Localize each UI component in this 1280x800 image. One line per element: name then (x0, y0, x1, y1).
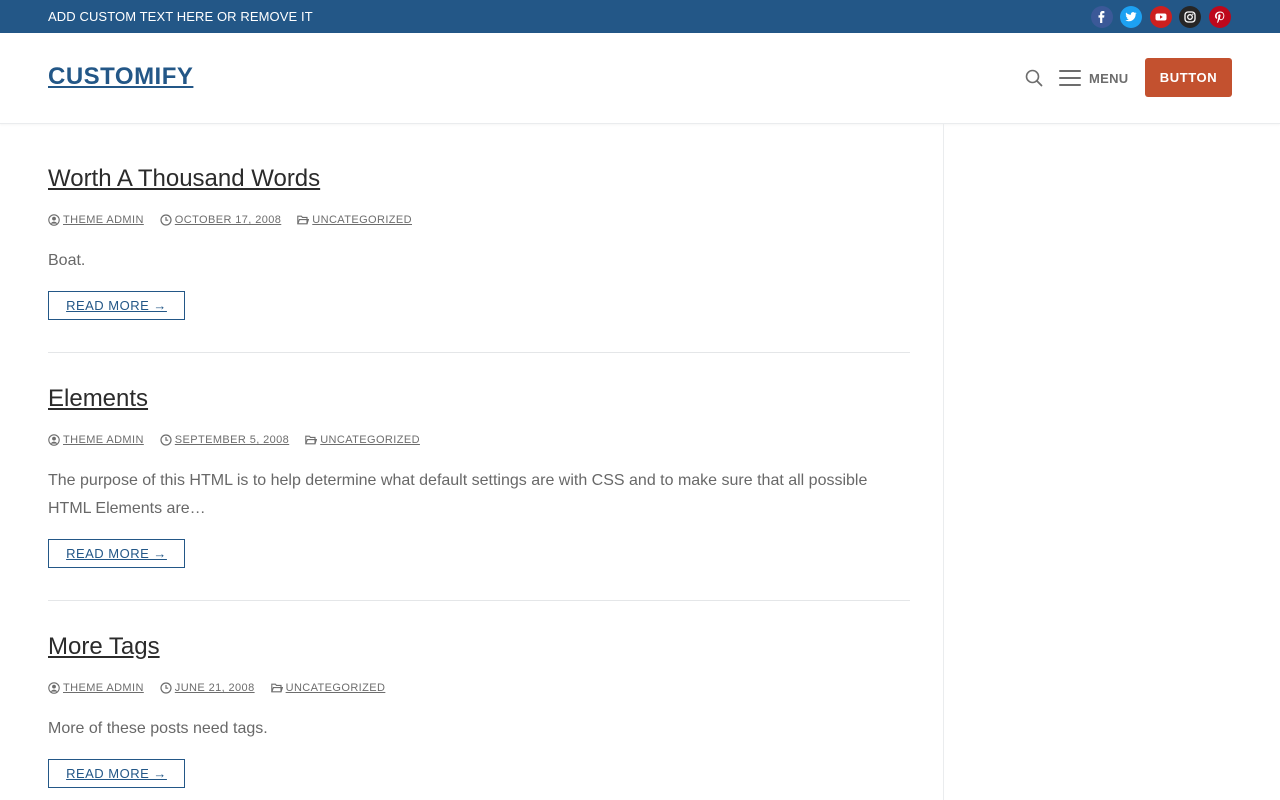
facebook-icon[interactable] (1091, 6, 1113, 28)
user-icon (48, 682, 60, 694)
read-more-button[interactable]: READ MORE → (48, 539, 185, 568)
post-date-link[interactable]: OCTOBER 17, 2008 (160, 214, 281, 226)
post-excerpt: Boat. (48, 252, 86, 269)
post-category: UNCATEGORIZED (312, 214, 412, 226)
hamburger-icon (1059, 70, 1081, 86)
post-date-link[interactable]: JUNE 21, 2008 (160, 682, 255, 694)
sidebar-divider (943, 124, 944, 800)
post-category-link[interactable]: UNCATEGORIZED (297, 214, 412, 226)
post-meta: THEME ADMIN SEPTEMBER 5, 2008 UNCATEGORI… (48, 434, 436, 446)
post-author: THEME ADMIN (63, 214, 144, 226)
post-excerpt: The purpose of this HTML is to help dete… (48, 472, 868, 517)
user-icon (48, 434, 60, 446)
instagram-icon[interactable] (1179, 6, 1201, 28)
post-author-link[interactable]: THEME ADMIN (48, 214, 144, 226)
post-excerpt: More of these posts need tags. (48, 720, 268, 737)
menu-toggle-button[interactable]: MENU (1059, 68, 1128, 88)
post-date: SEPTEMBER 5, 2008 (174, 434, 290, 446)
post-meta: THEME ADMIN JUNE 21, 2008 UNCATEGORIZED (48, 682, 401, 694)
twitter-icon[interactable] (1120, 6, 1142, 28)
post-author: THEME ADMIN (63, 682, 144, 694)
clock-icon (160, 214, 172, 226)
clock-icon (160, 682, 172, 694)
post-date-link[interactable]: SEPTEMBER 5, 2008 (160, 434, 289, 446)
search-icon[interactable] (1024, 68, 1044, 88)
post-title-link[interactable]: Elements (48, 387, 910, 411)
post-author-link[interactable]: THEME ADMIN (48, 434, 144, 446)
user-icon (48, 214, 60, 226)
post-divider (48, 600, 910, 601)
post-article: More Tags THEME ADMIN JUNE 21, 2008 UNCA… (48, 635, 910, 788)
folder-icon (305, 435, 318, 445)
clock-icon (160, 434, 172, 446)
folder-icon (270, 683, 283, 693)
post-author: THEME ADMIN (63, 434, 144, 446)
post-article: Worth A Thousand Words THEME ADMIN OCTOB… (48, 167, 910, 353)
topbar-custom-text: ADD CUSTOM TEXT HERE OR REMOVE IT (48, 9, 313, 24)
post-category-link[interactable]: UNCATEGORIZED (305, 434, 420, 446)
site-logo[interactable]: CUSTOMIFY (48, 63, 193, 91)
post-date: OCTOBER 17, 2008 (174, 214, 282, 226)
read-more-button[interactable]: READ MORE → (48, 759, 185, 788)
post-title-link[interactable]: More Tags (48, 635, 910, 659)
youtube-icon[interactable] (1150, 6, 1172, 28)
post-category-link[interactable]: UNCATEGORIZED (270, 682, 386, 694)
site-header: CUSTOMIFY MENU BUTTON (0, 33, 1280, 124)
post-date: JUNE 21, 2008 (174, 682, 255, 694)
post-article: Elements THEME ADMIN SEPTEMBER 5, 2008 U… (48, 387, 910, 601)
post-author-link[interactable]: THEME ADMIN (48, 682, 144, 694)
post-meta: THEME ADMIN OCTOBER 17, 2008 UNCATEGORIZ… (48, 214, 428, 226)
post-divider (48, 352, 910, 353)
menu-label: MENU (1089, 70, 1129, 86)
post-title-link[interactable]: Worth A Thousand Words (48, 167, 910, 191)
top-bar: ADD CUSTOM TEXT HERE OR REMOVE IT (0, 0, 1280, 33)
read-more-button[interactable]: READ MORE → (48, 291, 185, 320)
folder-icon (297, 215, 310, 225)
header-button[interactable]: BUTTON (1145, 58, 1232, 97)
post-category: UNCATEGORIZED (285, 682, 386, 694)
post-category: UNCATEGORIZED (320, 434, 420, 446)
pinterest-icon[interactable] (1209, 6, 1231, 28)
